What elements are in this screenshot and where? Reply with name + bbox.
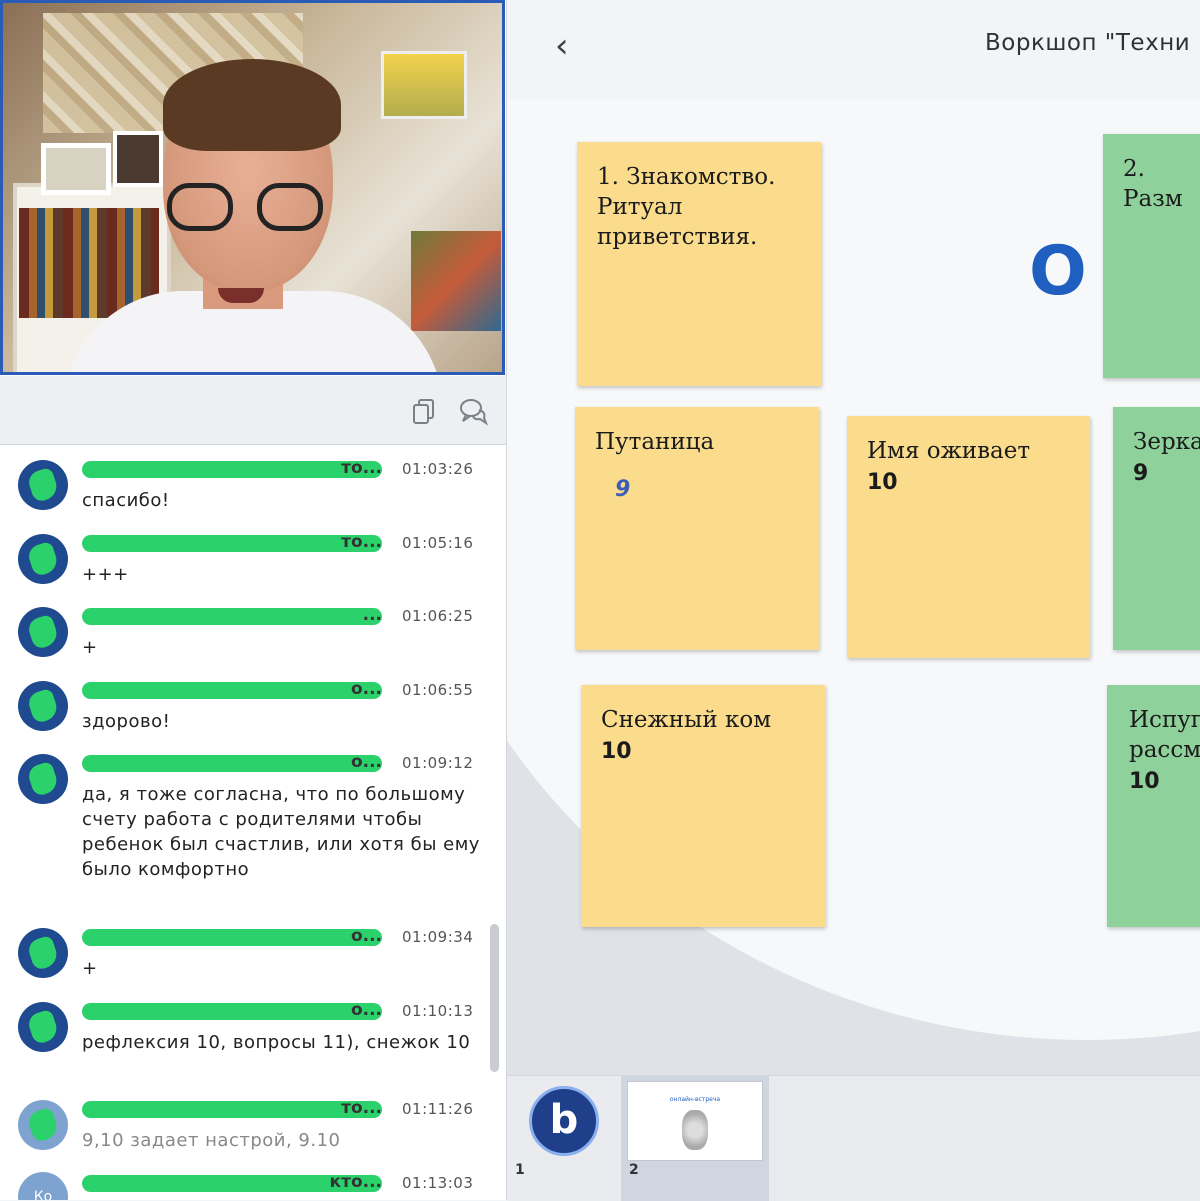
sticky-note-vote: 10 xyxy=(867,470,898,495)
avatar xyxy=(18,1100,68,1150)
message-text: здорово! xyxy=(82,711,171,732)
message-time: 01:13:03 xyxy=(402,1174,474,1192)
sticky-note-text: Путаница xyxy=(595,429,715,455)
slide-thumbnail[interactable]: онлайн-встреча xyxy=(627,1081,763,1161)
message-author: о... xyxy=(82,752,382,774)
message-text: + xyxy=(82,637,98,658)
chevron-left-icon[interactable]: ‹ xyxy=(555,26,569,66)
message-time: 01:06:55 xyxy=(402,681,474,699)
message-text: спасибо! xyxy=(82,490,170,511)
message-text: + xyxy=(82,958,98,979)
message-time: 01:09:34 xyxy=(402,928,474,946)
sticky-note-vote: 10 xyxy=(601,739,632,764)
sticky-note-vote: 10 xyxy=(1129,769,1160,794)
message-time: 01:11:26 xyxy=(402,1100,474,1118)
bigbluebutton-logo-icon[interactable]: b xyxy=(529,1086,599,1156)
chat-bubbles-icon[interactable] xyxy=(458,396,488,426)
message-author: кто... xyxy=(82,1172,382,1194)
avatar xyxy=(18,928,68,978)
person-glasses xyxy=(165,183,329,233)
message-text: да, я тоже согласна, что по большому сче… xyxy=(82,784,480,880)
message-author: о... xyxy=(82,679,382,701)
webcam-video[interactable] xyxy=(0,0,505,375)
left-panel: то... 01:03:26 спасибо! то... 01:05:16 +… xyxy=(0,0,507,1200)
message-author: то... xyxy=(82,458,382,480)
chat-scrollbar[interactable] xyxy=(490,924,499,1072)
avatar: Ко xyxy=(18,1172,68,1200)
thumbnail-number: 2 xyxy=(629,1162,639,1178)
chat-messages[interactable]: то... 01:03:26 спасибо! то... 01:05:16 +… xyxy=(0,446,484,1200)
thumbnail-number: 1 xyxy=(515,1162,525,1178)
sticky-note[interactable]: 2. Разм xyxy=(1103,134,1200,378)
avatar xyxy=(18,1002,68,1052)
message-time: 01:10:13 xyxy=(402,1002,474,1020)
avatar xyxy=(18,607,68,657)
sticky-note[interactable]: Испуг рассме 10 xyxy=(1107,685,1200,927)
slide-canvas[interactable]: О 1. Знакомство. Ритуал приветствия. 2. … xyxy=(507,100,1200,1075)
sticky-note-text: 2. Разм xyxy=(1123,156,1183,212)
message-author: то... xyxy=(82,1098,382,1120)
avatar xyxy=(18,460,68,510)
message-time: 01:03:26 xyxy=(402,460,474,478)
message-text: +++ xyxy=(82,564,129,585)
avatar xyxy=(18,754,68,804)
message-author: о... xyxy=(82,1000,382,1022)
message-time: 01:06:25 xyxy=(402,607,474,625)
sticky-note-vote: 9 xyxy=(1133,461,1149,486)
sticky-note-text: Снежный ком xyxy=(601,707,772,733)
message-text: рефлексия 10, вопросы 11), снежок 10 xyxy=(82,1032,471,1053)
background-photo-frame xyxy=(41,143,111,195)
copy-icon[interactable] xyxy=(410,396,440,426)
message-time: 01:05:16 xyxy=(402,534,474,552)
sticky-note[interactable]: Путаница 9 xyxy=(575,407,819,650)
message-time: 01:09:12 xyxy=(402,754,474,772)
sticky-note-vote: 9 xyxy=(615,477,631,502)
background-photo-frame xyxy=(113,131,163,187)
person-hair xyxy=(163,59,341,151)
sticky-note[interactable]: 1. Знакомство. Ритуал приветствия. xyxy=(577,142,821,386)
avatar xyxy=(18,534,68,584)
background-painting xyxy=(411,231,501,331)
slide-thumbnails: b 1 онлайн-встреча 2 xyxy=(507,1075,1200,1201)
message-author: то... xyxy=(82,532,382,554)
message-author: о... xyxy=(82,926,382,948)
sticky-note-text: Имя оживает xyxy=(867,438,1031,464)
message-author: ... xyxy=(82,605,382,627)
presentation-title: Воркшоп "Техни xyxy=(985,30,1191,56)
message-text: 9,10 задает настрой, 9.10 xyxy=(82,1130,341,1151)
sticky-note-text: 1. Знакомство. Ритуал приветствия. xyxy=(597,164,776,250)
sticky-note-text: Зерка xyxy=(1133,429,1200,455)
slide-heading-fragment: О xyxy=(1029,232,1087,311)
sticky-note[interactable]: Снежный ком 10 xyxy=(581,685,825,927)
chat-toolbar xyxy=(0,376,506,445)
sticky-note-text: Испуг рассме xyxy=(1129,707,1200,763)
sticky-note[interactable]: Имя оживает 10 xyxy=(847,416,1090,658)
thumbnail-caption: онлайн-встреча xyxy=(669,1096,721,1103)
avatar xyxy=(18,681,68,731)
thumbnail-image xyxy=(682,1110,708,1150)
presentation-area: ‹ Воркшоп "Техни О 1. Знакомство. Ритуал… xyxy=(507,0,1200,1075)
sticky-note[interactable]: Зерка 9 xyxy=(1113,407,1200,650)
background-painting xyxy=(381,51,467,119)
